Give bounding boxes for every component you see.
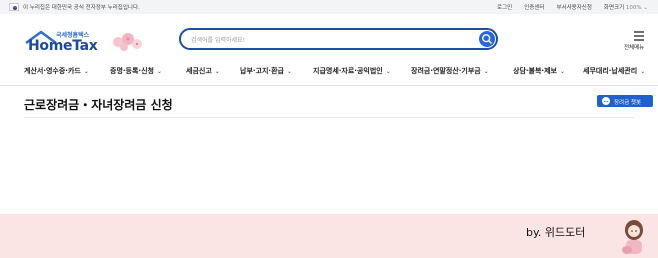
logo-wordmark: HomeTax — [28, 38, 98, 54]
chevron-down-icon: ⌄ — [559, 68, 565, 75]
nav-item-consult[interactable]: 상담·불복·제보 ⌄ — [513, 66, 565, 76]
all-menu-label: 전체메뉴 — [624, 45, 645, 51]
nav-item-label: 증명·등록·신청 — [110, 67, 154, 75]
nav-item-label: 상담·불복·제보 — [513, 67, 557, 75]
gov-notice-bar: 이 누리집은 대한민국 공식 전자정부 누리집입니다. 로그인 인증센터 부서사… — [0, 0, 658, 14]
nav-item-tax-agent[interactable]: 세무대리·납세관리 ⌄ — [583, 66, 645, 76]
nav-item-label: 납부·고지·환급 — [240, 67, 284, 75]
nav-item-label: 세무대리·납세관리 — [583, 67, 638, 75]
utility-links: 로그인 인증센터 부서사용자신청 화면크기 100% ⌄ — [497, 3, 648, 11]
hometax-logo[interactable]: 국세청홈택스 HomeTax — [24, 28, 142, 62]
nav-item-label: 장려금·연말정산·기부금 — [411, 67, 481, 75]
chatbot-button[interactable]: … 장려금 챗봇 — [597, 95, 653, 107]
nav-item-incentive[interactable]: 장려금·연말정산·기부금 ⌄ — [411, 66, 489, 76]
chevron-down-icon: ⌄ — [286, 68, 292, 75]
nav-item-payment[interactable]: 납부·고지·환급 ⌄ — [240, 66, 292, 76]
nav-item-tax-return[interactable]: 세금신고 ⌄ — [186, 66, 220, 76]
cherry-blossom-icon — [113, 33, 142, 51]
chevron-down-icon: ⌄ — [214, 68, 220, 75]
search-input[interactable]: 검색어를 입력하세요! — [191, 35, 245, 44]
nav-divider — [0, 85, 658, 86]
nav-item-label: 세금신고 — [186, 67, 212, 75]
credit-banner: by. 위드도터 — [0, 214, 658, 258]
all-menu-button[interactable]: 전체메뉴 — [624, 28, 650, 52]
zoom-value: 100% — [625, 5, 642, 11]
korea-flag-icon — [9, 3, 19, 11]
page-title: 근로장려금・자녀장려금 신청 — [24, 98, 173, 112]
cert-center-link[interactable]: 인증센터 — [524, 3, 544, 11]
hamburger-icon — [634, 31, 644, 41]
chevron-down-icon: ⌄ — [643, 5, 648, 11]
title-divider — [24, 117, 634, 118]
dept-user-link[interactable]: 부서사용자신청 — [556, 3, 591, 11]
nav-item-invoice[interactable]: 계산서·영수증·카드 ⌄ — [24, 66, 89, 76]
chat-icon: … — [602, 97, 610, 105]
site-header: 국세청홈택스 HomeTax 검색어를 입력하세요! 전체메뉴 — [0, 14, 658, 66]
search-bar[interactable]: 검색어를 입력하세요! — [179, 28, 498, 50]
chevron-down-icon: ⌄ — [385, 68, 391, 75]
nav-item-label: 지급명세·자료·공익법인 — [313, 67, 383, 75]
chatbot-button-label: 장려금 챗봇 — [614, 100, 642, 106]
main-nav: 계산서·영수증·카드 ⌄ 증명·등록·신청 ⌄ 세금신고 ⌄ 납부·고지·환급 ⌄ 지급… — [0, 62, 658, 80]
search-button[interactable] — [479, 31, 495, 47]
chevron-down-icon: ⌄ — [83, 68, 89, 75]
nav-item-statements[interactable]: 지급명세·자료·공익법인 ⌄ — [313, 66, 391, 76]
gov-notice-text: 이 누리집은 대한민국 공식 전자정부 누리집입니다. — [23, 5, 140, 11]
chevron-down-icon: ⌄ — [483, 68, 489, 75]
search-icon — [482, 34, 492, 44]
chevron-down-icon: ⌄ — [640, 68, 646, 75]
nav-item-certificate[interactable]: 증명·등록·신청 ⌄ — [110, 66, 162, 76]
zoom-control[interactable]: 화면크기 100% ⌄ — [604, 3, 648, 11]
author-credit: by. 위드도터 — [526, 226, 586, 239]
character-illustration-icon — [622, 220, 643, 254]
nav-item-label: 계산서·영수증·카드 — [24, 67, 81, 75]
chevron-down-icon: ⌄ — [156, 68, 162, 75]
login-link[interactable]: 로그인 — [497, 3, 512, 11]
zoom-label: 화면크기 — [603, 5, 625, 11]
